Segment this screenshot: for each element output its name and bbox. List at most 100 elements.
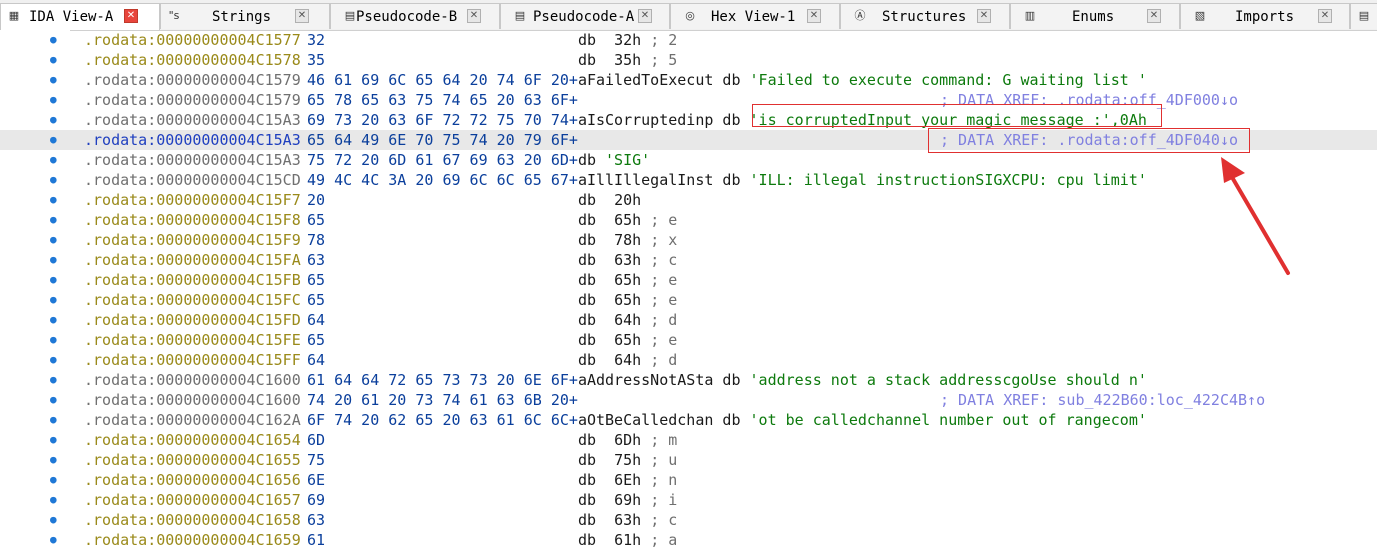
instruction[interactable]: db 64h ; d [578, 311, 677, 329]
instruction[interactable]: db 6Eh ; n [578, 471, 677, 489]
hex-bytes[interactable]: 74 20 61 20 73 74 61 63 6B 20+ [307, 391, 578, 409]
hex-bytes[interactable]: 78 [307, 231, 325, 249]
instruction[interactable]: db 65h ; e [578, 331, 677, 349]
listing-row[interactable]: ● .rodata:00000000004C15F9 78 db 78h ; x [0, 230, 1377, 250]
instruction[interactable]: db 65h ; e [578, 211, 677, 229]
hex-bytes[interactable]: 6F 74 20 62 65 20 63 61 6C 6C+aOtBeCalle… [307, 411, 1147, 429]
listing-row[interactable]: ● .rodata:00000000004C162A 6F 74 20 62 65 … [0, 410, 1377, 430]
address[interactable]: .rodata:00000000004C1657 [84, 491, 301, 509]
listing-row[interactable]: ● .rodata:00000000004C15A3 75 72 20 6D 61 … [0, 150, 1377, 170]
address[interactable]: .rodata:00000000004C15FB [84, 271, 301, 289]
listing-row[interactable]: ● .rodata:00000000004C1657 69 db 69h ; i [0, 490, 1377, 510]
tab-structures[interactable]: Ⓐ Structures ✕ [840, 3, 1010, 29]
address[interactable]: .rodata:00000000004C15A3 [84, 131, 301, 149]
hex-bytes[interactable]: 65 [307, 291, 325, 309]
tab-ida-view-a[interactable]: ▦ IDA View-A ✕ [0, 3, 160, 30]
close-icon[interactable]: ✕ [467, 9, 481, 23]
address[interactable]: .rodata:00000000004C15FC [84, 291, 301, 309]
listing-row[interactable]: ● .rodata:00000000004C1578 35 db 35h ; 5 [0, 50, 1377, 70]
address[interactable]: .rodata:00000000004C15FD [84, 311, 301, 329]
instruction[interactable]: db 63h ; c [578, 511, 677, 529]
tab-pseudocode-b[interactable]: ▤ Pseudocode-B ✕ [330, 3, 500, 29]
hex-bytes[interactable]: 20 [307, 191, 325, 209]
instruction[interactable]: db 20h [578, 191, 641, 209]
listing-row[interactable]: ● .rodata:00000000004C1656 6E db 6Eh ; n [0, 470, 1377, 490]
address[interactable]: .rodata:00000000004C1656 [84, 471, 301, 489]
address[interactable]: .rodata:00000000004C1578 [84, 51, 301, 69]
listing-row[interactable]: ● .rodata:00000000004C1654 6D db 6Dh ; m [0, 430, 1377, 450]
listing-row[interactable]: ● .rodata:00000000004C15CD 49 4C 4C 3A 20 … [0, 170, 1377, 190]
address[interactable]: .rodata:00000000004C15F9 [84, 231, 301, 249]
listing-row[interactable]: ● .rodata:00000000004C15FB 65 db 65h ; e [0, 270, 1377, 290]
address[interactable]: .rodata:00000000004C15F7 [84, 191, 301, 209]
xref-comment[interactable]: ; DATA XREF: sub_422B60:loc_422C4B↑o [940, 391, 1265, 409]
close-icon[interactable]: ✕ [124, 9, 138, 23]
address[interactable]: .rodata:00000000004C162A [84, 411, 301, 429]
ida-listing[interactable]: ● .rodata:00000000004C1577 32 db 32h ; 2 ● .r… [0, 30, 1377, 550]
tab-imports[interactable]: ▧ Imports ✕ [1180, 3, 1350, 29]
hex-bytes[interactable]: 65 [307, 271, 325, 289]
listing-row[interactable]: ● .rodata:00000000004C1658 63 db 63h ; c [0, 510, 1377, 530]
address[interactable]: .rodata:00000000004C15FE [84, 331, 301, 349]
tab-overflow[interactable]: ▤ [1350, 3, 1377, 29]
listing-row[interactable]: ● .rodata:00000000004C15A3 69 73 20 63 6F … [0, 110, 1377, 130]
tab-enums[interactable]: ▥ Enums ✕ [1010, 3, 1180, 29]
listing-row[interactable]: ● .rodata:00000000004C1577 32 db 32h ; 2 [0, 30, 1377, 50]
address[interactable]: .rodata:00000000004C1659 [84, 531, 301, 549]
instruction[interactable]: db 6Dh ; m [578, 431, 677, 449]
close-icon[interactable]: ✕ [807, 9, 821, 23]
close-icon[interactable]: ✕ [1147, 9, 1161, 23]
hex-bytes[interactable]: 65 64 49 6E 70 75 74 20 79 6F+ [307, 131, 578, 149]
address[interactable]: .rodata:00000000004C15A3 [84, 111, 301, 129]
listing-row[interactable]: ● .rodata:00000000004C1655 75 db 75h ; u [0, 450, 1377, 470]
tab-hex-view-1[interactable]: ◎ Hex View-1 ✕ [670, 3, 840, 29]
listing-row[interactable]: ● .rodata:00000000004C1659 61 db 61h ; a [0, 530, 1377, 550]
address[interactable]: .rodata:00000000004C15FF [84, 351, 301, 369]
hex-bytes[interactable]: 65 [307, 331, 325, 349]
address[interactable]: .rodata:00000000004C15FA [84, 251, 301, 269]
address[interactable]: .rodata:00000000004C1577 [84, 31, 301, 49]
tab-pseudocode-a[interactable]: ▤ Pseudocode-A ✕ [500, 3, 670, 29]
address[interactable]: .rodata:00000000004C1600 [84, 391, 301, 409]
listing-row[interactable]: ● .rodata:00000000004C15FF 64 db 64h ; d [0, 350, 1377, 370]
address[interactable]: .rodata:00000000004C1579 [84, 91, 301, 109]
address[interactable]: .rodata:00000000004C1579 [84, 71, 301, 89]
listing-row[interactable]: ● .rodata:00000000004C15F8 65 db 65h ; e [0, 210, 1377, 230]
instruction[interactable]: db 63h ; c [578, 251, 677, 269]
hex-bytes[interactable]: 6E [307, 471, 325, 489]
hex-bytes[interactable]: 63 [307, 511, 325, 529]
close-icon[interactable]: ✕ [638, 9, 652, 23]
instruction[interactable]: db 65h ; e [578, 291, 677, 309]
instruction[interactable]: db 78h ; x [578, 231, 677, 249]
listing-row[interactable]: ● .rodata:00000000004C1579 46 61 69 6C 65 … [0, 70, 1377, 90]
instruction[interactable]: db 75h ; u [578, 451, 677, 469]
hex-bytes[interactable]: 75 [307, 451, 325, 469]
hex-bytes[interactable]: 69 [307, 491, 325, 509]
instruction[interactable]: db 61h ; a [578, 531, 677, 549]
address[interactable]: .rodata:00000000004C15F8 [84, 211, 301, 229]
listing-row[interactable]: ● .rodata:00000000004C15FC 65 db 65h ; e [0, 290, 1377, 310]
hex-bytes[interactable]: 61 [307, 531, 325, 549]
instruction[interactable]: db 69h ; i [578, 491, 677, 509]
hex-bytes[interactable]: 6D [307, 431, 325, 449]
hex-bytes[interactable]: 32 [307, 31, 325, 49]
instruction[interactable]: db 65h ; e [578, 271, 677, 289]
hex-bytes[interactable]: 49 4C 4C 3A 20 69 6C 6C 65 67+aIllIllega… [307, 171, 1147, 189]
address[interactable]: .rodata:00000000004C1654 [84, 431, 301, 449]
hex-bytes[interactable]: 61 64 64 72 65 73 73 20 6E 6F+aAddressNo… [307, 371, 1147, 389]
hex-bytes[interactable]: 65 78 65 63 75 74 65 20 63 6F+ [307, 91, 578, 109]
listing-row[interactable]: ● .rodata:00000000004C15FA 63 db 63h ; c [0, 250, 1377, 270]
listing-row[interactable]: ● .rodata:00000000004C1600 61 64 64 72 65 … [0, 370, 1377, 390]
instruction[interactable]: db 35h ; 5 [578, 51, 677, 69]
hex-bytes[interactable]: 64 [307, 311, 325, 329]
address[interactable]: .rodata:00000000004C1655 [84, 451, 301, 469]
address[interactable]: .rodata:00000000004C15CD [84, 171, 301, 189]
hex-bytes[interactable]: 64 [307, 351, 325, 369]
close-icon[interactable]: ✕ [977, 9, 991, 23]
instruction[interactable]: db 32h ; 2 [578, 31, 677, 49]
listing-row[interactable]: ● .rodata:00000000004C15FD 64 db 64h ; d [0, 310, 1377, 330]
instruction[interactable]: db 64h ; d [578, 351, 677, 369]
hex-bytes[interactable]: 63 [307, 251, 325, 269]
hex-bytes[interactable]: 35 [307, 51, 325, 69]
hex-bytes[interactable]: 75 72 20 6D 61 67 69 63 20 6D+db 'SIG' [307, 151, 650, 169]
